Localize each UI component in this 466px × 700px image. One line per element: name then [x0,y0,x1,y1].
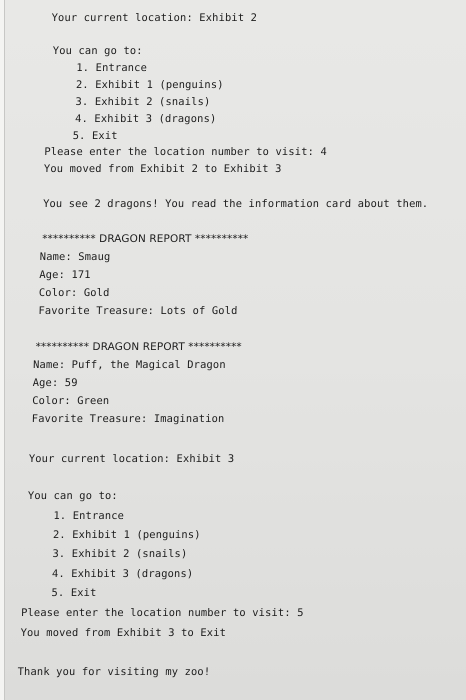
dragon-name: Name: Smaug [39,251,111,263]
input-prompt: Please enter the location number to visi… [44,146,327,158]
console-screenshot: Your current location: Exhibit 2 You can… [0,0,466,700]
dragon-treasure: Favorite Treasure: Imagination [31,413,225,425]
menu-option: 1. Entrance [76,62,148,74]
menu-option: 1. Entrance [53,510,125,522]
dragon-treasure: Favorite Treasure: Lots of Gold [38,305,238,317]
menu-heading: You can go to: [27,490,118,502]
location-line: Your current location: Exhibit 3 [28,453,235,465]
menu-option: 3. Exhibit 2 (snails) [75,96,211,108]
menu-option: 2. Exhibit 1 (penguins) [52,529,201,541]
dragons-message: You see 2 dragons! You read the informat… [42,198,429,210]
menu-option: 4. Exhibit 3 (dragons) [74,113,217,125]
menu-option: 4. Exhibit 3 (dragons) [51,568,194,580]
input-prompt: Please enter the location number to visi… [20,607,304,619]
dragon-color: Color: Green [32,395,110,407]
location-line: Your current location: Exhibit 2 [51,12,258,24]
dragon-report-header: ********** DRAGON REPORT ********** [42,233,249,245]
dragon-name: Name: Puff, the Magical Dragon [32,359,226,371]
move-message: You moved from Exhibit 3 to Exit [20,627,227,639]
menu-option: 5. Exit [72,130,118,142]
menu-option: 3. Exhibit 2 (snails) [52,548,188,560]
menu-heading: You can go to: [52,45,143,57]
menu-option: 2. Exhibit 1 (penguins) [75,79,224,91]
dragon-color: Color: Gold [38,287,110,299]
dragon-report-header: ********** DRAGON REPORT ********** [35,341,242,353]
dragon-age: Age: 171 [39,269,91,281]
dragon-age: Age: 59 [32,377,78,389]
farewell-message: Thank you for visiting my zoo! [17,666,211,678]
move-message: You moved from Exhibit 2 to Exhibit 3 [43,163,282,175]
menu-option: 5. Exit [51,587,97,599]
console-output: Your current location: Exhibit 2 You can… [0,0,456,700]
